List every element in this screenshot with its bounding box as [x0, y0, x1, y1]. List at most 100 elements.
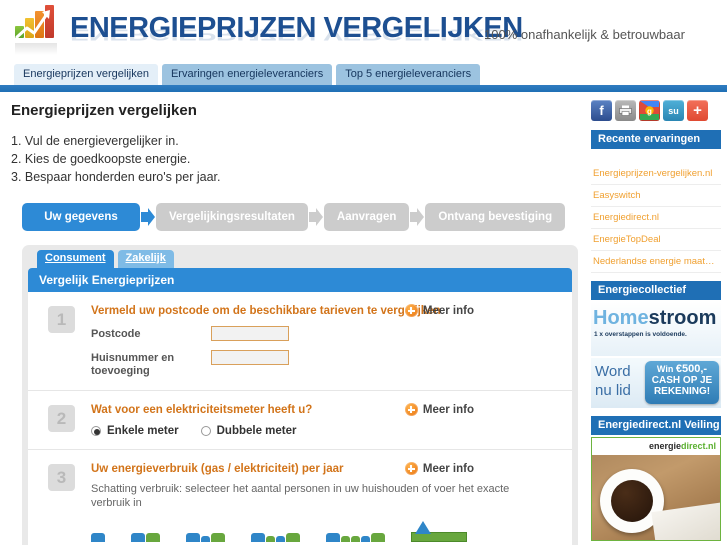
win-cash-badge[interactable]: Win €500,- CASH OP JE REKENING!: [645, 361, 719, 404]
persons-1-icon[interactable]: [91, 533, 105, 542]
recent-link-3[interactable]: Energiedirect.nl: [591, 207, 721, 229]
badge-line-1: Win €500,-: [645, 363, 719, 375]
badge-amount: €500,-: [675, 363, 708, 375]
nav-tab-ervaringen-energieleveranciers[interactable]: Ervaringen energieleveranciers: [161, 64, 333, 85]
intro-step-3: 3. Bespaar honderden euro's per jaar.: [11, 170, 221, 184]
tab-zakelijk[interactable]: Zakelijk: [117, 250, 174, 268]
postcode-input[interactable]: [211, 326, 289, 341]
recent-link-4[interactable]: EnergieTopDeal: [591, 229, 721, 251]
widget-energiedirect-veiling: Energiedirect.nl Veiling energiedirect.n…: [591, 416, 721, 541]
badge-win-word: Win: [656, 364, 674, 374]
form-block-meter: 2 Wat voor een elektriciteitsmeter heeft…: [28, 390, 572, 449]
label-huisnummer: Huisnummer en toevoeging: [91, 352, 175, 377]
page-title: Energieprijzen vergelijken: [11, 102, 197, 119]
widget-title-energiecollectief: Energiecollectief: [591, 281, 721, 300]
stumbleupon-icon[interactable]: su: [663, 100, 684, 121]
sidebar: f g su + Recente ervaringen Energieprijz…: [591, 96, 721, 541]
print-icon[interactable]: [615, 100, 636, 121]
radio-enkele-meter[interactable]: Enkele meter: [91, 425, 179, 437]
comparison-panel: Vergelijk Energieprijzen 1 Vermeld uw po…: [28, 268, 572, 545]
intro-step-1: 1. Vul de energievergelijker in.: [11, 134, 179, 148]
site-header: ENERGIEPRIJZEN VERGELIJKEN ENERGIEPRIJZE…: [0, 0, 727, 62]
progress-arrow-2-icon: [308, 203, 324, 231]
main-navigation: Energieprijzen vergelijken Ervaringen en…: [0, 64, 727, 92]
progress-arrow-3-icon: [409, 203, 425, 231]
homestroom-banner[interactable]: Homestroom 1 x overstappen is voldoende.: [591, 302, 721, 356]
comparison-panel-wrapper: Consument Zakelijk Vergelijk Energieprij…: [22, 245, 578, 545]
nav-tab-top-5-energieleveranciers[interactable]: Top 5 energieleveranciers: [336, 64, 481, 85]
plus-circle-icon: [404, 403, 418, 416]
widget-title-energiedirect-veiling: Energiedirect.nl Veiling: [591, 416, 721, 435]
join-line-1: Word: [595, 363, 631, 380]
intro-step-2: 2. Kies de goedkoopste energie.: [11, 152, 191, 166]
ad-brand-direct: direct.nl: [680, 441, 716, 451]
ad-brand-logo: energiedirect.nl: [649, 441, 716, 451]
persons-3-icon[interactable]: [186, 533, 225, 542]
recent-link-2[interactable]: Easyswitch: [591, 185, 721, 207]
persons-5-icon[interactable]: [326, 533, 385, 542]
question-verbruik: Uw energieverbruik (gas / elektriciteit)…: [91, 463, 344, 475]
plus-circle-icon: [404, 462, 418, 475]
coffee-photo: [592, 455, 720, 540]
slider-knob[interactable]: [415, 521, 431, 534]
step-number-3: 3: [48, 464, 75, 491]
persons-4-icon[interactable]: [251, 533, 300, 542]
nav-tab-list: Energieprijzen vergelijken Ervaringen en…: [14, 64, 481, 85]
join-text: Word nu lid: [595, 362, 631, 400]
brand-reflection: ENERGIEPRIJZEN VERGELIJKEN: [70, 25, 523, 43]
social-share-bar: f g su +: [591, 100, 721, 121]
more-info-label-1: Meer info: [422, 304, 474, 317]
form-block-postcode: 1 Vermeld uw postcode om de beschikbare …: [28, 292, 572, 390]
main-column: Energieprijzen vergelijken 1. Vul de ene…: [8, 96, 586, 545]
addthis-icon[interactable]: +: [687, 100, 708, 121]
huisnummer-input[interactable]: [211, 350, 289, 365]
radio-off-icon: [200, 426, 211, 436]
nav-underline-bar: [0, 85, 727, 92]
question-meter: Wat voor een elektriciteitsmeter heeft u…: [91, 404, 313, 416]
recent-link-1[interactable]: Energieprijzen-vergelijken.nl: [591, 163, 721, 185]
plus-circle-icon: [404, 304, 418, 317]
homestroom-logo-stroom: stroom: [648, 307, 717, 329]
persons-2-icon[interactable]: [131, 533, 160, 542]
panel-title: Vergelijk Energieprijzen: [28, 268, 572, 292]
join-line-2: nu lid: [595, 382, 631, 399]
step-number-2: 2: [48, 405, 75, 432]
energiedirect-ad[interactable]: energiedirect.nl: [591, 437, 721, 541]
recent-link-5[interactable]: Nederlandse energie maatschappij: [591, 251, 721, 273]
nav-tab-energieprijzen-vergelijken[interactable]: Energieprijzen vergelijken: [14, 64, 158, 85]
facebook-icon[interactable]: f: [591, 100, 612, 121]
svg-text:g: g: [647, 107, 652, 116]
badge-line-3: REKENING!: [653, 386, 711, 397]
form-block-verbruik: 3 Uw energieverbruik (gas / elektricitei…: [28, 449, 572, 545]
more-info-link-1[interactable]: Meer info: [404, 304, 474, 317]
content-area: Energieprijzen vergelijken 1. Vul de ene…: [0, 96, 727, 545]
join-now-banner[interactable]: Word nu lid Win €500,- CASH OP JE REKENI…: [591, 358, 721, 408]
radio-label-dubbele-meter: Dubbele meter: [216, 425, 297, 437]
progress-step-aanvragen[interactable]: Aanvragen: [323, 203, 410, 231]
homestroom-logo: Homestroom: [593, 307, 716, 330]
progress-step-ontvang-bevestiging[interactable]: Ontvang bevestiging: [425, 203, 566, 231]
radio-label-enkele-meter: Enkele meter: [107, 425, 179, 437]
more-info-link-2[interactable]: Meer info: [404, 403, 474, 416]
progress-arrow-1-icon: [140, 203, 156, 231]
site-logo[interactable]: [14, 5, 58, 55]
progress-step-vergelijkingsresultaten[interactable]: Vergelijkingsresultaten: [156, 203, 308, 231]
field-row-postcode: Postcode: [91, 326, 558, 341]
progress-step-uw-gegevens[interactable]: Uw gegevens: [22, 203, 140, 231]
intro-steps: 1. Vul de energievergelijker in. 2. Kies…: [11, 132, 586, 186]
logo-reflection: [15, 43, 57, 55]
badge-line-2: CASH OP JE: [651, 375, 713, 386]
radio-dubbele-meter[interactable]: Dubbele meter: [200, 425, 297, 437]
field-row-huisnummer: Huisnummer en toevoeging: [91, 350, 558, 378]
widget-recente-ervaringen: Recente ervaringen Energieprijzen-vergel…: [591, 130, 721, 273]
meter-type-radios: Enkele meter Dubbele meter: [91, 425, 558, 437]
homestroom-logo-home: Home: [593, 307, 649, 329]
more-info-link-3[interactable]: Meer info: [404, 462, 474, 475]
more-info-label-3: Meer info: [422, 462, 474, 475]
consumption-slider[interactable]: [411, 520, 467, 542]
homestroom-subtitle: 1 x overstappen is voldoende.: [594, 331, 687, 338]
tab-consument[interactable]: Consument: [37, 250, 114, 268]
question-postcode: Vermeld uw postcode om de beschikbare ta…: [91, 305, 441, 317]
ad-brand-energie: energie: [648, 441, 681, 451]
google-plus-icon[interactable]: g: [639, 100, 660, 121]
